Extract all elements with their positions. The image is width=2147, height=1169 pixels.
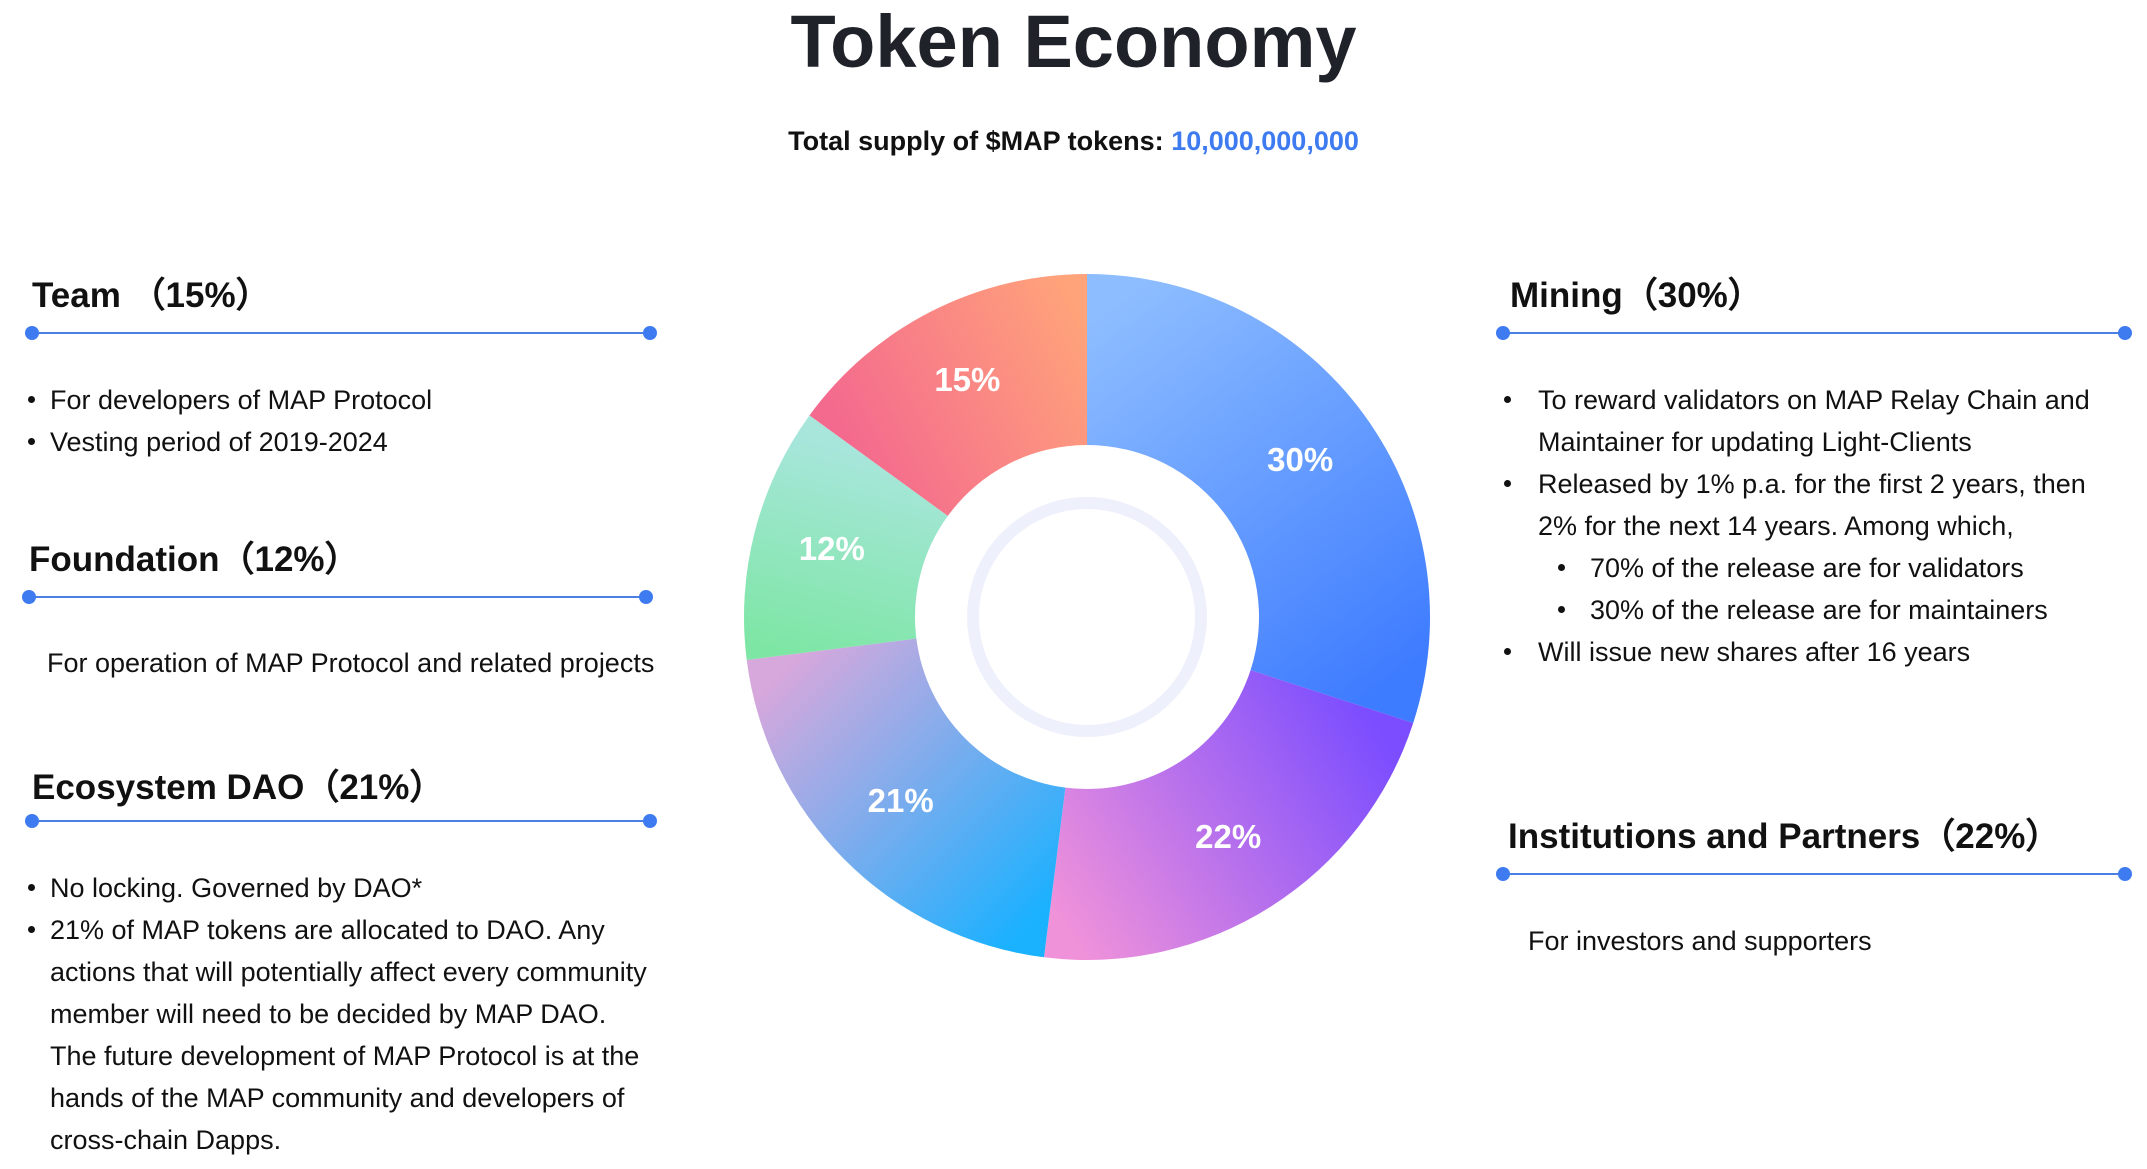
donut-slice-mining: [1087, 274, 1431, 723]
donut-slices: [744, 274, 1431, 960]
donut-data-label: 21%: [868, 782, 934, 819]
donut-data-label: 22%: [1195, 818, 1261, 855]
donut-data-label: 12%: [799, 530, 865, 567]
donut-slice-institutions-and-partners: [1044, 670, 1414, 960]
token-distribution-donut-chart: 30% 22% 21% 12% 15%: [744, 274, 1431, 960]
donut-data-label: 15%: [934, 361, 1000, 398]
donut-inner-ring: [967, 497, 1207, 737]
donut-data-label: 30%: [1267, 441, 1333, 478]
